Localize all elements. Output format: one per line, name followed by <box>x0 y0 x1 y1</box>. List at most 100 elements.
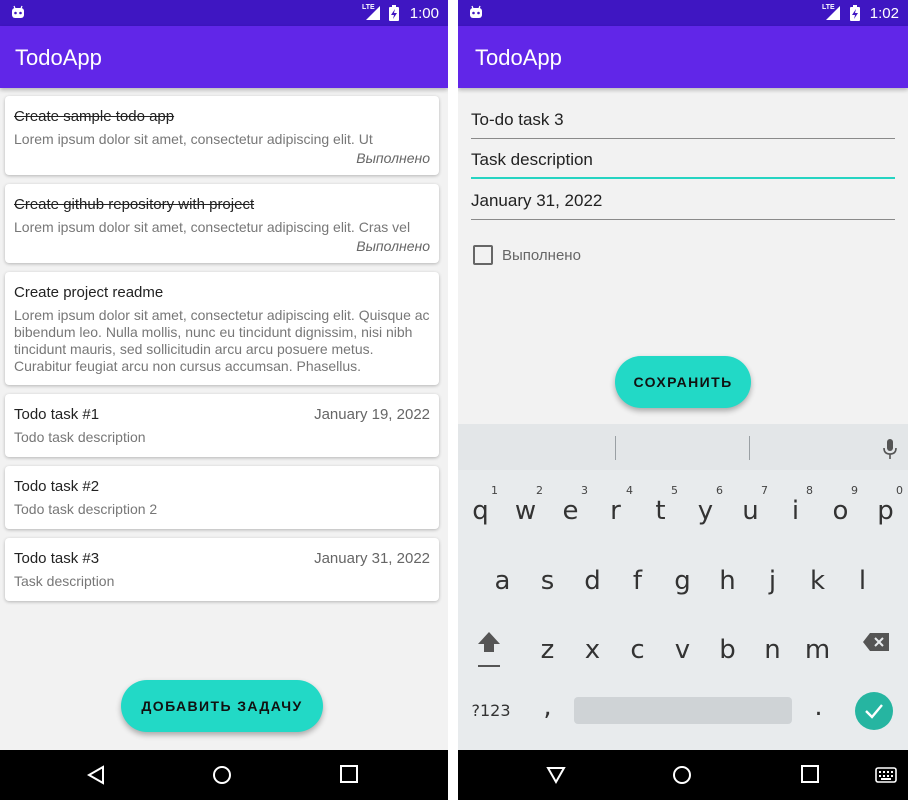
key-e[interactable]: e3 <box>548 476 593 536</box>
battery-charging-icon <box>850 5 860 21</box>
key-r[interactable]: r4 <box>593 476 638 536</box>
key-z[interactable]: z <box>525 615 570 675</box>
home-icon[interactable] <box>212 765 232 785</box>
key-number-hint: 9 <box>851 484 858 497</box>
key-q[interactable]: q1 <box>458 476 503 536</box>
status-bar: LTE 1:02 <box>458 0 908 26</box>
clock: 1:02 <box>869 5 899 22</box>
key-p[interactable]: p0 <box>863 476 908 536</box>
key-o[interactable]: o9 <box>818 476 863 536</box>
todo-status: Выполнено <box>356 238 430 254</box>
todo-status: Выполнено <box>356 150 430 166</box>
key-s[interactable]: s <box>525 546 570 606</box>
checkmark-icon <box>865 704 883 719</box>
key-b[interactable]: b <box>705 615 750 675</box>
app-bar: TodoApp <box>0 26 448 88</box>
key-g[interactable]: g <box>660 546 705 606</box>
key-k[interactable]: k <box>795 546 840 606</box>
todo-card[interactable]: Create sample todo app Lorem ipsum dolor… <box>5 96 439 175</box>
todo-list-screen: LTE 1:00 TodoApp Create sample todo app … <box>0 0 448 800</box>
todo-card[interactable]: Todo task #2 Todo task description 2 <box>5 466 439 529</box>
android-debug-icon <box>470 5 482 18</box>
todo-list: Create sample todo app Lorem ipsum dolor… <box>5 96 439 610</box>
key-h[interactable]: h <box>705 546 750 606</box>
save-button[interactable]: СОХРАНИТЬ <box>615 356 751 408</box>
task-date-value: January 31, 2022 <box>471 191 603 210</box>
clock: 1:00 <box>409 5 439 22</box>
microphone-icon[interactable] <box>882 438 898 460</box>
suggestion-strip <box>458 424 908 470</box>
todo-card[interactable]: Todo task #3 January 31, 2022 Task descr… <box>5 538 439 601</box>
todo-description: Task description <box>14 573 115 589</box>
key-x[interactable]: x <box>570 615 615 675</box>
comma-key[interactable]: , <box>525 686 570 730</box>
back-icon[interactable] <box>546 765 566 785</box>
suggestion-divider <box>615 436 616 460</box>
system-nav-bar <box>0 750 448 800</box>
todo-description: Lorem ipsum dolor sit amet, consectetur … <box>14 307 430 374</box>
key-number-hint: 3 <box>581 484 588 497</box>
shift-icon[interactable] <box>476 630 502 668</box>
suggestion-divider <box>749 436 750 460</box>
todo-card[interactable]: Todo task #1 January 19, 2022 Todo task … <box>5 394 439 457</box>
key-number-hint: 4 <box>626 484 633 497</box>
done-checkbox-row[interactable]: Выполнено <box>473 245 581 265</box>
keyboard-switch-icon[interactable] <box>875 767 897 783</box>
add-task-button[interactable]: ДОБАВИТЬ ЗАДАЧУ <box>121 680 323 732</box>
todo-title: Todo task #2 <box>14 478 100 495</box>
todo-date: January 19, 2022 <box>314 406 430 423</box>
todo-description: Lorem ipsum dolor sit amet, consectetur … <box>14 219 411 235</box>
key-number-hint: 5 <box>671 484 678 497</box>
signal-icon <box>366 6 380 20</box>
period-key[interactable]: . <box>796 686 841 730</box>
key-v[interactable]: v <box>660 615 705 675</box>
todo-title: Create github repository with project <box>14 196 255 213</box>
todo-title: Create project readme <box>14 284 164 301</box>
key-f[interactable]: f <box>615 546 660 606</box>
recents-icon[interactable] <box>340 765 358 783</box>
key-i[interactable]: i8 <box>773 476 818 536</box>
back-icon[interactable] <box>86 765 106 785</box>
task-description-value: Task description <box>471 150 593 169</box>
todo-card[interactable]: Create github repository with project Lo… <box>5 184 439 263</box>
battery-charging-icon <box>389 5 399 21</box>
key-c[interactable]: c <box>615 615 660 675</box>
key-n[interactable]: n <box>750 615 795 675</box>
key-number-hint: 6 <box>716 484 723 497</box>
key-w[interactable]: w2 <box>503 476 548 536</box>
todo-description: Todo task description <box>14 429 146 445</box>
app-bar: TodoApp <box>458 26 908 88</box>
soft-keyboard: q1w2e3r4t5y6u7i8o9p0 asdfghjkl zxcvbnm ?… <box>458 424 908 750</box>
system-nav-bar <box>458 750 908 800</box>
enter-key[interactable] <box>855 692 893 730</box>
done-checkbox-label: Выполнено <box>502 246 581 264</box>
space-key[interactable] <box>574 697 792 724</box>
backspace-icon[interactable] <box>862 632 890 652</box>
android-debug-icon <box>12 5 24 18</box>
key-u[interactable]: u7 <box>728 476 773 536</box>
edit-task-screen: LTE 1:02 TodoApp To-do task 3 Task descr… <box>458 0 908 800</box>
recents-icon[interactable] <box>801 765 819 783</box>
symbols-key[interactable]: ?123 <box>466 692 516 730</box>
key-j[interactable]: j <box>750 546 795 606</box>
task-date-field[interactable]: January 31, 2022 <box>471 184 895 220</box>
todo-description: Todo task description 2 <box>14 501 158 517</box>
key-y[interactable]: y6 <box>683 476 728 536</box>
app-title: TodoApp <box>475 45 562 70</box>
task-title-value: To-do task 3 <box>471 110 564 129</box>
task-description-field[interactable]: Task description <box>471 143 895 179</box>
key-t[interactable]: t5 <box>638 476 683 536</box>
app-title: TodoApp <box>15 45 102 70</box>
home-icon[interactable] <box>672 765 692 785</box>
todo-date: January 31, 2022 <box>314 550 430 567</box>
todo-card[interactable]: Create project readme Lorem ipsum dolor … <box>5 272 439 385</box>
key-m[interactable]: m <box>795 615 840 675</box>
key-number-hint: 0 <box>896 484 903 497</box>
signal-icon <box>826 6 840 20</box>
task-title-field[interactable]: To-do task 3 <box>471 103 895 139</box>
key-d[interactable]: d <box>570 546 615 606</box>
key-number-hint: 7 <box>761 484 768 497</box>
done-checkbox[interactable] <box>473 245 493 265</box>
key-l[interactable]: l <box>840 546 885 606</box>
key-a[interactable]: a <box>480 546 525 606</box>
